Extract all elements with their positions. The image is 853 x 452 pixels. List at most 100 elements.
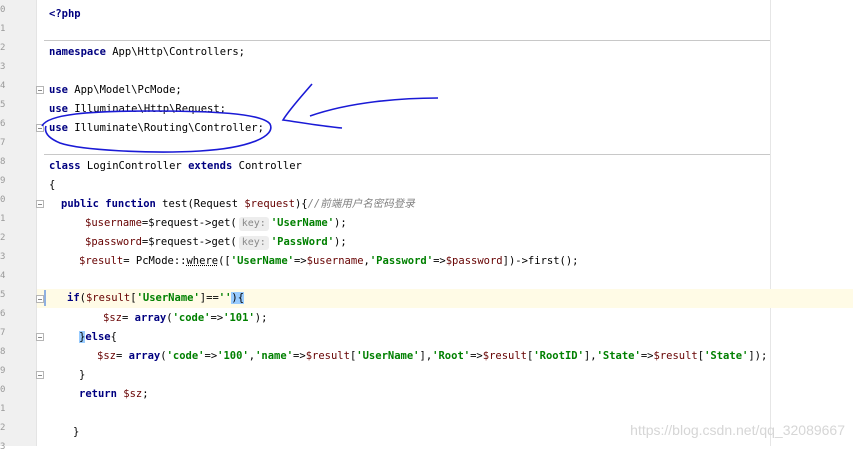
fold-marker-icon[interactable]	[36, 371, 44, 379]
code-comment: //前端用户名密码登录	[307, 198, 415, 210]
code-line[interactable]: $sz= array('code'=>'100','name'=>$result…	[97, 347, 767, 366]
line-number: 5	[0, 290, 6, 300]
code-line[interactable]: if($result['UserName']==''){	[67, 289, 245, 308]
sz-variable: $sz	[103, 312, 122, 324]
parameter-hint: key:	[238, 236, 269, 250]
arrow-operator: =>	[470, 350, 483, 362]
code-line[interactable]: use App\Model\PcMode;	[49, 81, 182, 100]
where-method: where	[186, 255, 219, 267]
string-literal: 'Password'	[369, 255, 434, 267]
brace: }	[73, 426, 80, 438]
result-variable: $result	[79, 255, 124, 267]
code-line[interactable]: }	[79, 366, 85, 385]
string-literal: '101'	[223, 312, 255, 324]
punctuation: ([	[218, 255, 231, 267]
code-line[interactable]: $result= PcMode::where(['UserName'=>$use…	[79, 252, 579, 271]
code-line[interactable]: {	[49, 176, 55, 195]
ink-arrowhead	[281, 83, 343, 129]
public-keyword: public	[61, 198, 99, 210]
punctuation: ])->first();	[502, 255, 579, 267]
string-literal: 'State'	[596, 350, 641, 362]
punctuation: ]);	[748, 350, 768, 362]
code-line[interactable]: $username=$request->get(key: 'UserName');	[85, 214, 347, 233]
use-path: Illuminate\Routing\Controller;	[67, 122, 264, 134]
separator-line	[44, 40, 770, 41]
fold-marker-icon[interactable]	[36, 295, 44, 303]
line-number: 6	[0, 119, 6, 129]
fold-marker-icon[interactable]	[36, 86, 44, 94]
code-line[interactable]: class LoginController extends Controller	[49, 157, 302, 176]
string-literal: 'Root'	[432, 350, 471, 362]
code-line[interactable]: }	[73, 423, 79, 442]
code-line[interactable]: $password=$request->get(key: 'PassWord');	[85, 233, 347, 252]
line-number: 8	[0, 347, 6, 357]
line-number: 9	[0, 366, 6, 376]
function-signature: test(Request	[155, 198, 245, 210]
line-number: 7	[0, 328, 6, 338]
line-number: 0	[0, 385, 6, 395]
line-number: 3	[0, 62, 6, 72]
namespace-keyword: namespace	[49, 46, 106, 58]
arrow-operator: =>	[293, 255, 307, 267]
line-number: 2	[0, 43, 6, 53]
sz-variable: $sz	[116, 388, 143, 400]
string-literal: ''	[218, 292, 232, 304]
line-number-gutter: 0 1 2 3 4 5 6 7 8 9 0 1 2 3 4 5 6 7 8 9 0 1 2 3	[0, 0, 37, 452]
code-line[interactable]: <?php	[49, 5, 81, 24]
ink-arrow-shaft	[309, 97, 439, 117]
request-get-call: =$request->get(	[141, 217, 237, 229]
right-margin-guide	[770, 0, 771, 446]
punctuation: );	[254, 312, 268, 324]
parent-class: Controller	[232, 160, 302, 172]
line-number: 1	[0, 214, 6, 224]
result-variable: $result	[305, 350, 350, 362]
code-line[interactable]: }else{	[79, 328, 117, 347]
matched-bracket: ){	[231, 292, 245, 304]
php-open-tag: <?php	[49, 8, 81, 20]
return-keyword: return	[79, 388, 117, 400]
code-line[interactable]: namespace App\Http\Controllers;	[49, 43, 245, 62]
watermark: https://blog.csdn.net/qq_32089667	[630, 422, 845, 438]
line-number: 2	[0, 423, 6, 433]
fold-marker-icon[interactable]	[36, 333, 44, 341]
line-number: 1	[0, 24, 6, 34]
line-number: 7	[0, 138, 6, 148]
line-number: 5	[0, 100, 6, 110]
fold-marker-icon[interactable]	[36, 124, 44, 132]
use-keyword: use	[49, 84, 68, 96]
use-keyword: use	[49, 103, 68, 115]
result-variable: $result	[482, 350, 528, 362]
string-literal: 'code'	[172, 312, 211, 324]
code-line[interactable]: use Illuminate\Http\Request;	[49, 100, 226, 119]
code-line[interactable]: $sz= array('code'=>'101');	[103, 309, 267, 328]
class-keyword: class	[49, 160, 81, 172]
line-number: 2	[0, 233, 6, 243]
request-variable: $request	[244, 198, 295, 210]
string-literal: '100'	[217, 350, 249, 362]
line-number: 4	[0, 81, 6, 91]
punctuation: );	[334, 236, 347, 248]
line-number: 9	[0, 176, 6, 186]
separator-line	[44, 154, 770, 155]
brace: }	[79, 369, 86, 381]
code-line[interactable]: use Illuminate\Routing\Controller;	[49, 119, 264, 138]
array-keyword: array	[134, 312, 167, 324]
fold-marker-icon[interactable]	[36, 200, 44, 208]
string-literal: 'UserName'	[230, 255, 294, 267]
function-keyword: function	[98, 198, 156, 210]
punctuation: ],	[419, 350, 433, 362]
if-keyword: if	[67, 292, 80, 304]
assign-operator: =	[121, 312, 135, 324]
string-literal: 'code'	[166, 350, 205, 362]
brace: {	[110, 331, 117, 343]
code-line[interactable]: return $sz;	[79, 385, 149, 404]
else-keyword: else	[85, 331, 111, 343]
line-number: 0	[0, 5, 6, 15]
assign-operator: =	[115, 350, 129, 362]
code-line[interactable]: public function test(Request $request){/…	[61, 195, 415, 214]
line-number: 3	[0, 252, 6, 262]
use-keyword: use	[49, 122, 68, 134]
line-number: 4	[0, 271, 6, 281]
sz-variable: $sz	[97, 350, 116, 362]
punctuation: ],	[583, 350, 597, 362]
